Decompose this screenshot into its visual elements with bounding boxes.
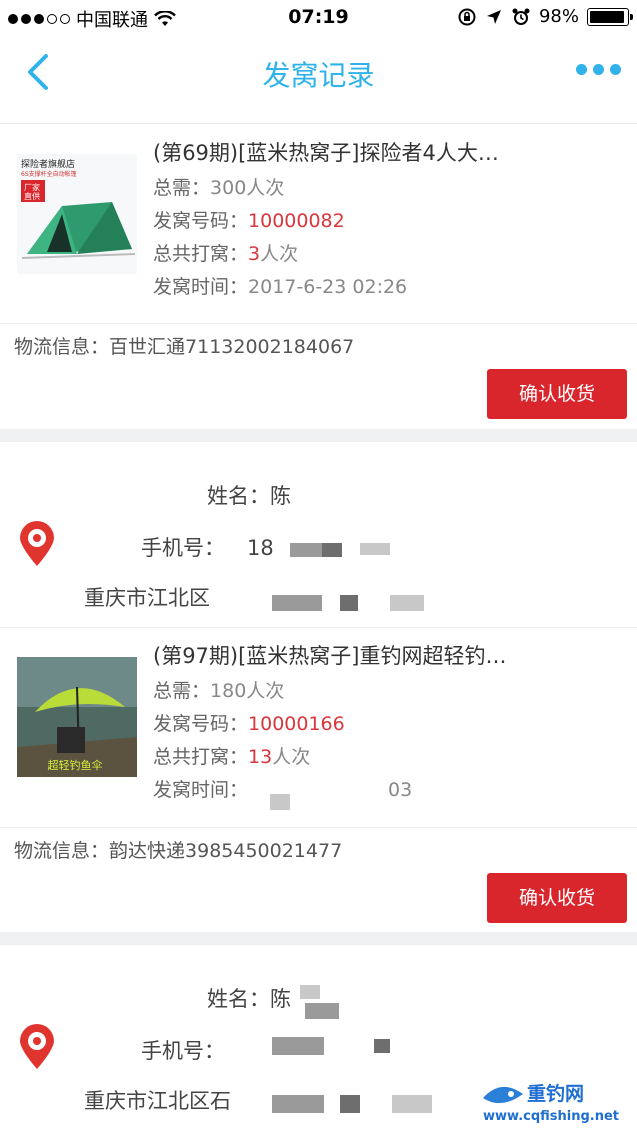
tent-image-icon: 探险者旗舰店 6S支撑杆全自动帐篷 厂家 直供 <box>17 154 137 274</box>
hits-value-num: 3 <box>248 243 261 265</box>
redacted-mosaic <box>270 794 290 810</box>
location-pin-icon <box>20 521 54 566</box>
order-card: 超轻钓鱼伞 (第97期)[蓝米热窝子]重钓网超轻钓… 总需：180人次 发窝号码… <box>0 627 637 932</box>
section-divider <box>0 429 637 441</box>
redacted-mosaic <box>272 595 322 611</box>
code-label: 发窝号码： <box>153 210 249 232</box>
redacted-mosaic <box>340 1095 360 1113</box>
time-label: 发窝时间： <box>153 779 249 801</box>
more-options-icon[interactable] <box>576 64 621 75</box>
alarm-icon <box>512 8 530 25</box>
redacted-mosaic <box>322 543 342 557</box>
redacted-mosaic <box>374 1039 390 1053</box>
confirm-receipt-button[interactable]: 确认收货 <box>487 369 627 419</box>
phone-row: 手机号： <box>141 1035 225 1065</box>
redacted-mosaic <box>305 1003 339 1019</box>
phone-label: 手机号： <box>141 536 225 560</box>
phone-row: 手机号： 18 <box>141 532 274 562</box>
name-label: 姓名： <box>207 484 270 508</box>
address-line: 重庆市江北区 <box>84 586 210 610</box>
code-label: 发窝号码： <box>153 713 249 735</box>
logistics-value: 韵达快递3985450021477 <box>109 840 343 862</box>
redacted-mosaic <box>360 543 390 555</box>
logistics-info: 物流信息：百世汇通71132002184067 <box>14 332 354 359</box>
order-title[interactable]: (第69期)[蓝米热窝子]探险者4人大… <box>153 138 499 172</box>
logistics-value: 百世汇通71132002184067 <box>109 336 355 358</box>
logistics-label: 物流信息： <box>14 336 110 358</box>
hits-value-unit: 人次 <box>260 243 299 265</box>
watermark-brand: 重钓网 <box>527 1082 584 1105</box>
time-value: 2017-6-23 02:26 <box>248 276 408 298</box>
redacted-mosaic <box>300 985 320 999</box>
section-divider <box>0 932 637 944</box>
name-row: 姓名：陈 <box>207 983 291 1013</box>
umbrella-image-icon: 超轻钓鱼伞 <box>17 657 137 777</box>
order-info: (第97期)[蓝米热窝子]重钓网超轻钓… 总需：180人次 发窝号码：10000… <box>153 641 507 807</box>
hits-value-num: 13 <box>248 746 273 768</box>
address-line: 重庆市江北区石 <box>84 1089 231 1113</box>
total-need-label: 总需： <box>153 177 211 199</box>
hits-value-unit: 人次 <box>272 746 311 768</box>
location-pin-icon <box>20 1024 54 1069</box>
status-bar: 中国联通 07:19 98% <box>0 0 637 36</box>
thumb-badge-bottom: 直供 <box>24 191 40 201</box>
time-row: 发窝时间： 03 <box>153 774 507 807</box>
thumb-caption: 超轻钓鱼伞 <box>48 758 103 772</box>
total-need-row: 总需：300人次 <box>153 172 499 205</box>
address-card: 姓名：陈 手机号： 18 重庆市江北区 <box>0 441 637 627</box>
status-right: 98% <box>457 6 633 27</box>
logistics-section: 物流信息：百世汇通71132002184067 确认收货 <box>0 323 637 429</box>
code-value: 10000082 <box>248 210 345 232</box>
code-value: 10000166 <box>248 713 345 735</box>
hits-row: 总共打窝：3人次 <box>153 238 499 271</box>
battery-icon <box>587 7 633 26</box>
thumb-tagline: 6S支撑杆全自动帐篷 <box>21 170 77 178</box>
logistics-section: 物流信息：韵达快递3985450021477 确认收货 <box>0 827 637 933</box>
redacted-mosaic <box>390 595 424 611</box>
product-thumbnail-tent[interactable]: 探险者旗舰店 6S支撑杆全自动帐篷 厂家 直供 <box>17 154 137 274</box>
name-row: 姓名：陈 <box>207 480 291 510</box>
order-card: 探险者旗舰店 6S支撑杆全自动帐篷 厂家 直供 (第69期)[蓝米热窝子]探险者… <box>0 124 637 429</box>
rotation-lock-icon <box>458 8 476 25</box>
code-row: 发窝号码：10000166 <box>153 708 507 741</box>
total-need-value: 180人次 <box>210 680 285 702</box>
time-label: 发窝时间： <box>153 276 249 298</box>
redacted-mosaic <box>340 595 358 611</box>
phone-label: 手机号： <box>141 1039 225 1063</box>
battery-label: 98% <box>538 6 579 27</box>
order-info: (第69期)[蓝米热窝子]探险者4人大… 总需：300人次 发窝号码：10000… <box>153 138 499 304</box>
watermark-url: www.cqfishing.net <box>483 1109 619 1124</box>
phone-value: 18 <box>247 536 274 560</box>
watermark-logo: 重钓网 www.cqfishing.net <box>479 1076 629 1126</box>
thumb-badge-top: 厂家 <box>24 182 40 192</box>
hits-label: 总共打窝： <box>153 746 249 768</box>
name-value: 陈 <box>270 484 291 508</box>
name-label: 姓名： <box>207 987 270 1011</box>
order-title[interactable]: (第97期)[蓝米热窝子]重钓网超轻钓… <box>153 641 507 675</box>
hits-row: 总共打窝：13人次 <box>153 741 507 774</box>
redacted-mosaic <box>392 1095 432 1113</box>
hits-label: 总共打窝： <box>153 243 249 265</box>
nav-bar: 发窝记录 <box>0 36 637 124</box>
page-title: 发窝记录 <box>262 59 375 92</box>
total-need-label: 总需： <box>153 680 211 702</box>
redacted-mosaic <box>272 1037 324 1055</box>
code-row: 发窝号码：10000082 <box>153 205 499 238</box>
location-arrow-icon <box>486 9 501 24</box>
total-need-value: 300人次 <box>210 177 285 199</box>
time-row: 发窝时间：2017-6-23 02:26 <box>153 271 499 304</box>
confirm-receipt-button[interactable]: 确认收货 <box>487 873 627 923</box>
name-value: 陈 <box>270 987 291 1011</box>
redacted-mosaic <box>272 1095 324 1113</box>
redacted-mosaic <box>290 543 322 557</box>
logistics-info: 物流信息：韵达快递3985450021477 <box>14 836 342 863</box>
fish-logo-icon: 重钓网 www.cqfishing.net <box>483 1082 619 1124</box>
total-need-row: 总需：180人次 <box>153 675 507 708</box>
thumb-store-name: 探险者旗舰店 <box>21 158 75 170</box>
product-thumbnail-umbrella[interactable]: 超轻钓鱼伞 <box>17 657 137 777</box>
logistics-label: 物流信息： <box>14 840 110 862</box>
